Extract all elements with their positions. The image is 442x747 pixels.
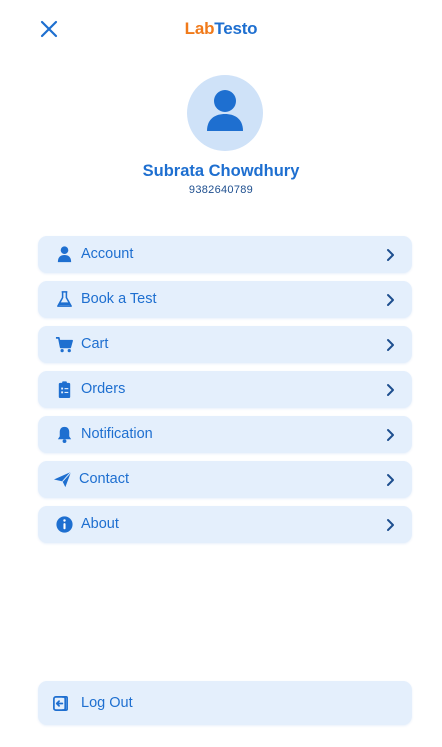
chevron-right-icon bbox=[387, 294, 394, 306]
menu-item-label: Notification bbox=[81, 426, 153, 442]
menu-item-label: Cart bbox=[81, 336, 109, 352]
menu-item-notification[interactable]: Notification bbox=[38, 416, 412, 453]
paper-plane-icon bbox=[53, 471, 72, 488]
chevron-right-icon bbox=[387, 384, 394, 396]
user-avatar-icon bbox=[207, 90, 243, 131]
chevron-right-icon bbox=[387, 474, 394, 486]
menu-item-label: Book a Test bbox=[81, 291, 157, 307]
app-header: LabTesto bbox=[0, 0, 442, 58]
clipboard-list-icon bbox=[58, 381, 71, 399]
menu-item-orders[interactable]: Orders bbox=[38, 371, 412, 408]
menu-item-label: Orders bbox=[81, 381, 126, 397]
logo-lab-text: Lab bbox=[184, 19, 215, 38]
menu-item-label: Contact bbox=[79, 471, 129, 487]
user-icon bbox=[57, 246, 72, 263]
menu-item-book-a-test[interactable]: Book a Test bbox=[38, 281, 412, 318]
chevron-right-icon bbox=[387, 249, 394, 261]
chevron-right-icon bbox=[387, 429, 394, 441]
logout-icon bbox=[53, 696, 68, 711]
chevron-right-icon bbox=[387, 519, 394, 531]
menu-item-label: Account bbox=[81, 246, 134, 262]
chevron-right-icon bbox=[387, 339, 394, 351]
info-icon bbox=[56, 516, 73, 533]
menu-item-cart[interactable]: Cart bbox=[38, 326, 412, 363]
menu-item-account[interactable]: Account bbox=[38, 236, 412, 273]
flask-icon bbox=[57, 291, 72, 307]
avatar[interactable] bbox=[187, 75, 263, 151]
bell-icon bbox=[57, 426, 72, 444]
profile-name: Subrata Chowdhury bbox=[142, 162, 300, 180]
menu-item-label: About bbox=[81, 516, 119, 532]
menu-item-about[interactable]: About bbox=[38, 506, 412, 543]
logout-button[interactable]: Log Out bbox=[38, 681, 412, 725]
cart-icon bbox=[55, 336, 73, 353]
app-logo: LabTesto bbox=[0, 19, 442, 39]
logout-label: Log Out bbox=[81, 695, 133, 711]
profile-phone: 9382640789 bbox=[188, 184, 254, 196]
menu-list: Account Book a Test Cart Orders Notifica… bbox=[38, 236, 412, 551]
menu-item-contact[interactable]: Contact bbox=[38, 461, 412, 498]
logo-testo-text: Testo bbox=[214, 19, 258, 38]
